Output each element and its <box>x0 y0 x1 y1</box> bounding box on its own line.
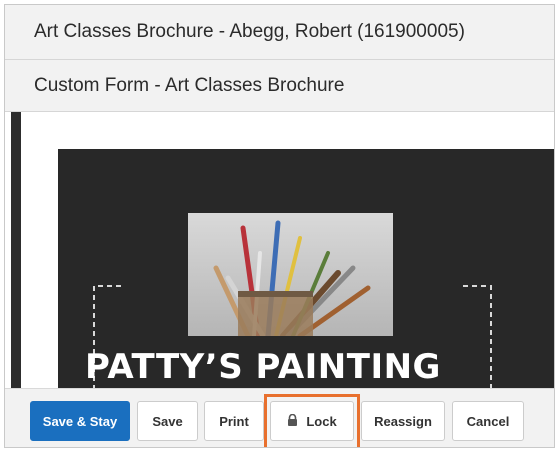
lock-button[interactable]: Lock <box>270 401 354 441</box>
save-and-stay-button[interactable]: Save & Stay <box>30 401 130 441</box>
page-title-row: Art Classes Brochure - Abegg, Robert (16… <box>5 5 554 60</box>
save-button[interactable]: Save <box>137 401 198 441</box>
form-preview-area[interactable]: PATTY’S PAINTING <box>5 112 554 388</box>
print-label: Print <box>219 413 249 429</box>
print-button[interactable]: Print <box>204 401 264 441</box>
lock-label: Lock <box>306 413 337 429</box>
paint-brushes-image <box>188 213 393 336</box>
reassign-button[interactable]: Reassign <box>361 401 445 441</box>
save-label: Save <box>152 413 183 429</box>
form-subtitle: Custom Form - Art Classes Brochure <box>34 74 345 96</box>
brochure-title: PATTY’S PAINTING <box>85 347 441 387</box>
preview-scrollbar[interactable] <box>11 112 21 388</box>
reassign-label: Reassign <box>374 413 432 429</box>
form-window: Art Classes Brochure - Abegg, Robert (16… <box>4 4 555 448</box>
page-title: Art Classes Brochure - Abegg, Robert (16… <box>34 21 465 42</box>
form-subtitle-row: Custom Form - Art Classes Brochure <box>5 60 554 112</box>
cancel-label: Cancel <box>466 413 510 429</box>
lock-icon <box>287 413 298 429</box>
save-and-stay-label: Save & Stay <box>42 413 118 429</box>
action-toolbar: Save & Stay Save Print Lock Reassign Can… <box>5 388 554 447</box>
brochure-page: PATTY’S PAINTING <box>58 149 554 388</box>
cancel-button[interactable]: Cancel <box>452 401 524 441</box>
